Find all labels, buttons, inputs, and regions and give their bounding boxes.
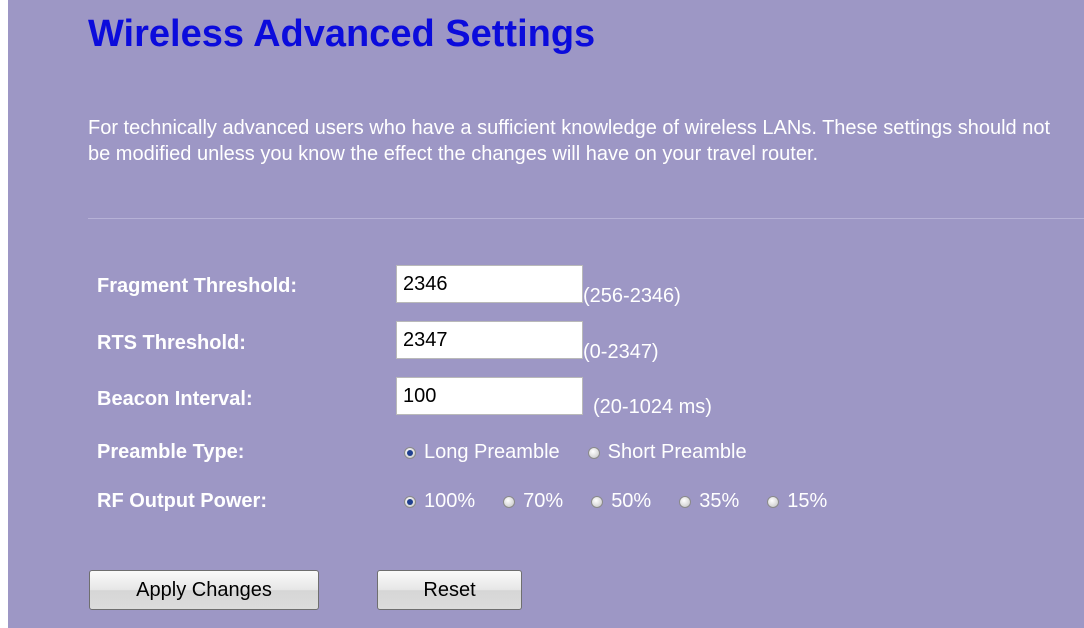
- radio-power-50-label: 50%: [611, 490, 652, 512]
- preamble-type-label: Preamble Type:: [97, 441, 245, 463]
- rf-output-power-label: RF Output Power:: [97, 490, 267, 512]
- radio-power-35[interactable]: 35%: [679, 490, 739, 513]
- fragment-threshold-range: (256-2346): [583, 285, 681, 307]
- beacon-interval-input[interactable]: [396, 377, 583, 415]
- radio-power-70-label: 70%: [523, 490, 564, 512]
- fragment-threshold-input[interactable]: [396, 265, 583, 303]
- rts-threshold-range: (0-2347): [583, 341, 659, 363]
- radio-selected-icon[interactable]: [404, 446, 416, 459]
- preamble-type-radio-group: Long Preamble Short Preamble: [404, 441, 747, 464]
- radio-power-100-label: 100%: [424, 490, 476, 512]
- radio-power-35-label: 35%: [699, 490, 740, 512]
- apply-changes-button[interactable]: Apply Changes: [89, 570, 319, 610]
- radio-unselected-icon[interactable]: [679, 495, 692, 508]
- beacon-interval-label: Beacon Interval:: [97, 388, 253, 410]
- rf-output-power-radio-group: 100% 70% 50% 35% 15%: [404, 490, 827, 513]
- radio-unselected-icon[interactable]: [591, 495, 604, 508]
- radio-power-15-label: 15%: [787, 490, 828, 512]
- rts-threshold-input[interactable]: [396, 321, 583, 359]
- radio-short-preamble-label: Short Preamble: [607, 441, 747, 463]
- radio-power-50[interactable]: 50%: [591, 490, 651, 513]
- page-title: Wireless Advanced Settings: [88, 13, 596, 55]
- settings-panel: Wireless Advanced Settings For technical…: [8, 0, 1084, 628]
- fragment-threshold-label: Fragment Threshold:: [97, 275, 298, 297]
- radio-short-preamble[interactable]: Short Preamble: [587, 441, 747, 464]
- reset-button[interactable]: Reset: [377, 570, 522, 610]
- radio-unselected-icon[interactable]: [587, 446, 600, 459]
- divider: [88, 218, 1084, 219]
- radio-unselected-icon[interactable]: [767, 495, 780, 508]
- rts-threshold-label: RTS Threshold:: [97, 332, 246, 354]
- radio-power-70[interactable]: 70%: [503, 490, 563, 513]
- radio-unselected-icon[interactable]: [503, 495, 516, 508]
- radio-selected-icon[interactable]: [404, 495, 416, 508]
- radio-long-preamble[interactable]: Long Preamble: [404, 441, 560, 464]
- radio-power-100[interactable]: 100%: [404, 490, 475, 513]
- radio-long-preamble-label: Long Preamble: [424, 441, 560, 463]
- page-description: For technically advanced users who have …: [88, 117, 1051, 165]
- radio-power-15[interactable]: 15%: [767, 490, 827, 513]
- beacon-interval-range: (20-1024 ms): [593, 396, 712, 418]
